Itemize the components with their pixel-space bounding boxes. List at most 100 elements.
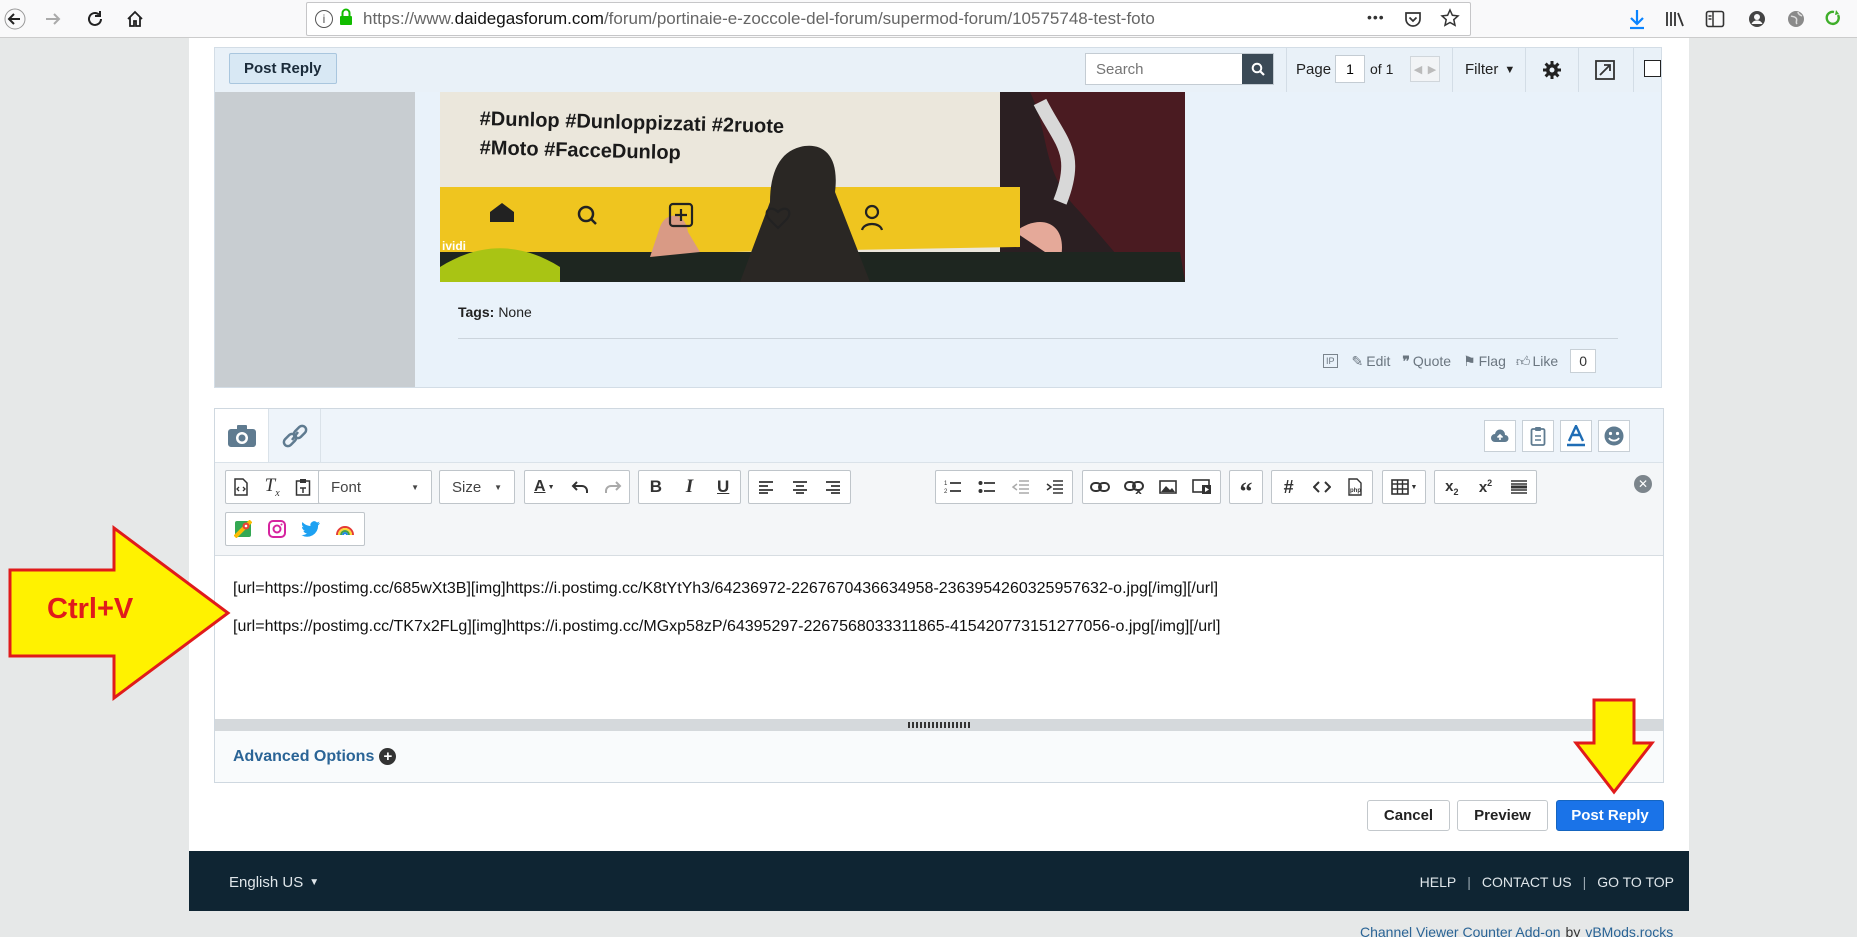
close-toolbar-icon[interactable]: ✕	[1634, 475, 1652, 493]
toolbar-group-code: # php	[1271, 470, 1373, 504]
preview-button[interactable]: Preview	[1457, 800, 1548, 831]
code-icon[interactable]	[1305, 471, 1338, 503]
upload-photo-tab[interactable]	[215, 409, 269, 462]
info-icon[interactable]: i	[315, 10, 333, 28]
editor-toolbar: Tx Font ▼ Size ▼ A ▼ B I U 12 “ # php ▼ …	[215, 463, 1663, 556]
url-domain: daidegasforum.com	[454, 9, 604, 28]
addon-link[interactable]: Channel Viewer Counter Add-on	[1360, 924, 1561, 937]
insert-video-icon[interactable]	[1185, 471, 1219, 503]
php-icon[interactable]: php	[1339, 471, 1372, 503]
search-input[interactable]	[1086, 54, 1242, 84]
svg-text:2: 2	[944, 489, 948, 495]
reload-icon[interactable]	[82, 6, 108, 32]
insert-link-icon[interactable]	[1083, 471, 1117, 503]
prev-page-icon[interactable]: ◀	[1411, 63, 1425, 76]
text-color-icon[interactable]: A ▼	[525, 471, 564, 503]
insert-link-tab[interactable]	[269, 409, 321, 462]
text-mode-icon[interactable]	[1560, 420, 1592, 452]
cloud-upload-icon[interactable]	[1484, 420, 1516, 452]
footer-help-link[interactable]: HELP	[1420, 874, 1457, 890]
remove-format-icon[interactable]: Tx	[257, 471, 288, 503]
page-actions-more-icon[interactable]: •••	[1367, 9, 1385, 25]
select-all-checkbox[interactable]	[1644, 60, 1661, 77]
twitter-icon[interactable]	[294, 513, 328, 545]
unlink-icon[interactable]	[1117, 471, 1151, 503]
page-of-label: of 1	[1370, 61, 1394, 77]
quote-icon[interactable]: “	[1230, 471, 1262, 505]
addon-author-link[interactable]: vBMods.rocks	[1585, 924, 1673, 937]
camera-icon	[227, 424, 256, 447]
subscript-icon[interactable]: x2	[1435, 471, 1469, 503]
undo-icon[interactable]	[564, 471, 597, 503]
cancel-button[interactable]: Cancel	[1367, 800, 1450, 831]
rainbow-icon[interactable]	[328, 513, 362, 545]
footer-links: HELP | CONTACT US | GO TO TOP	[1420, 874, 1674, 890]
expand-image-icon[interactable]	[1594, 59, 1616, 85]
advanced-options-label: Advanced Options	[233, 747, 375, 765]
footer-contact-link[interactable]: CONTACT US	[1482, 874, 1572, 890]
smiley-icon[interactable]	[1598, 420, 1630, 452]
redo-icon[interactable]	[596, 471, 629, 503]
insert-image-icon[interactable]	[1151, 471, 1185, 503]
toolbar-group-table: ▼	[1382, 470, 1426, 504]
editor-header	[215, 409, 1663, 463]
textarea-line-1: [url=https://postimg.cc/685wXt3B][img]ht…	[233, 580, 1219, 597]
browser-toolbar: i https://www. daidegasforum.com/forum/po…	[0, 0, 1857, 38]
page-number-input[interactable]	[1335, 55, 1365, 83]
bookmark-star-icon[interactable]	[1440, 8, 1460, 33]
superscript-icon[interactable]: x2	[1469, 471, 1503, 503]
font-caret-icon: ▼	[411, 482, 419, 492]
ordered-list-icon[interactable]: 12	[936, 471, 970, 503]
footer-go-top-link[interactable]: GO TO TOP	[1597, 874, 1674, 890]
ctrl-v-label: Ctrl+V	[47, 593, 134, 625]
account-icon[interactable]	[1744, 6, 1770, 32]
message-textarea[interactable]: [url=https://postimg.cc/685wXt3B][img]ht…	[215, 556, 1663, 719]
source-code-icon[interactable]	[226, 471, 257, 503]
clipboard-icon[interactable]	[1522, 420, 1554, 452]
italic-icon[interactable]: I	[673, 471, 707, 503]
bullet-list-icon[interactable]	[970, 471, 1004, 503]
align-right-icon[interactable]	[816, 471, 850, 503]
page-nav: ◀ ▶	[1410, 56, 1440, 82]
table-icon[interactable]: ▼	[1383, 471, 1425, 503]
align-left-icon[interactable]	[749, 471, 783, 503]
align-center-icon[interactable]	[783, 471, 817, 503]
outdent-icon[interactable]	[1004, 471, 1038, 503]
paste-text-icon[interactable]	[288, 471, 319, 503]
plus-circle-icon: +	[379, 748, 397, 765]
settings-gear-icon[interactable]	[1541, 59, 1563, 85]
indent-icon[interactable]	[1038, 471, 1072, 503]
bold-icon[interactable]: B	[639, 471, 673, 503]
pocket-icon[interactable]	[1403, 9, 1423, 34]
back-icon[interactable]	[2, 6, 28, 32]
address-bar[interactable]: i https://www. daidegasforum.com/forum/po…	[306, 2, 1471, 36]
download-icon[interactable]	[1624, 6, 1650, 32]
textarea-line-2: [url=https://postimg.cc/TK7x2FLg][img]ht…	[233, 618, 1221, 635]
top-post-reply-button[interactable]: Post Reply	[229, 53, 337, 84]
hashtag-icon[interactable]: #	[1272, 471, 1305, 503]
home-icon[interactable]	[122, 6, 148, 32]
forward-icon[interactable]	[40, 6, 66, 32]
footer-separator: |	[1467, 874, 1471, 890]
instagram-icon[interactable]	[260, 513, 294, 545]
url-path: /forum/portinaie-e-zoccole-del-forum/sup…	[603, 9, 1155, 28]
post-reply-button[interactable]: Post Reply	[1556, 800, 1664, 831]
horizontal-rule-icon[interactable]	[1502, 471, 1536, 503]
extension-green-icon[interactable]	[1820, 6, 1846, 32]
size-select[interactable]: Size ▼	[439, 470, 515, 504]
library-icon[interactable]	[1662, 6, 1688, 32]
extension-globe-icon[interactable]	[1783, 6, 1809, 32]
underline-icon[interactable]: U	[706, 471, 740, 503]
editor-resize-handle[interactable]	[215, 719, 1663, 731]
font-select[interactable]: Font ▼	[318, 470, 432, 504]
lock-icon	[339, 8, 353, 31]
sidebar-icon[interactable]	[1702, 6, 1728, 32]
advanced-options-toggle[interactable]: Advanced Options +	[215, 731, 1663, 782]
next-page-icon[interactable]: ▶	[1425, 63, 1439, 76]
grip-icon	[908, 722, 970, 728]
language-selector[interactable]: English US ▼	[229, 874, 319, 891]
svg-text:php: php	[1350, 488, 1361, 494]
font-select-value: Font	[331, 478, 362, 496]
filter-dropdown[interactable]: Filter ▼	[1465, 61, 1515, 78]
search-button[interactable]	[1242, 54, 1273, 84]
